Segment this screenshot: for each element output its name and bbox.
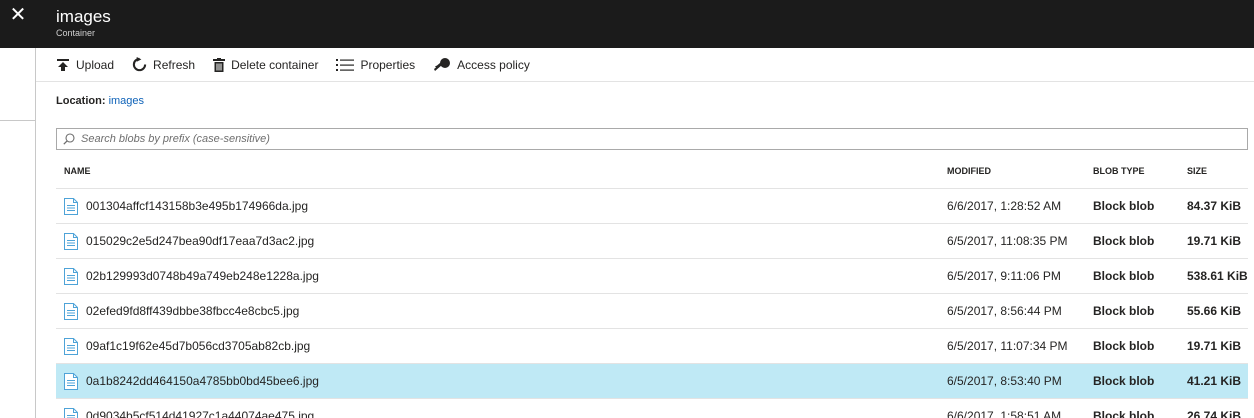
rail-divider [0, 120, 36, 121]
cell-blob-type: Block blob [1093, 199, 1155, 213]
column-header-blob-type[interactable]: BLOB TYPE [1093, 166, 1187, 176]
blob-name: 0d9034b5cf514d41927c1a44074ae475.jpg [86, 409, 315, 418]
column-header-name[interactable]: NAME [56, 166, 947, 176]
cell-modified: 6/5/2017, 11:08:35 PM [947, 234, 1068, 248]
table-header: NAME MODIFIED BLOB TYPE SIZE [56, 153, 1248, 189]
table-row[interactable]: 001304affcf143158b3e495b174966da.jpg 6/6/… [56, 189, 1248, 224]
refresh-button[interactable]: Refresh [132, 52, 195, 78]
cell-size: 55.66 KiB [1187, 304, 1242, 318]
cell-size: 19.71 KiB [1187, 339, 1242, 353]
cell-size: 41.21 KiB [1187, 374, 1242, 388]
list-icon [336, 58, 355, 71]
cell-size: 19.71 KiB [1187, 234, 1242, 248]
blob-name: 0a1b8242dd464150a4785bb0bd45bee6.jpg [86, 374, 319, 388]
access-policy-label: Access policy [457, 57, 530, 72]
file-icon [64, 407, 78, 418]
close-icon[interactable]: ✕ [0, 0, 36, 48]
cell-modified: 6/6/2017, 1:28:52 AM [947, 199, 1062, 213]
file-icon [64, 302, 78, 320]
file-icon [64, 267, 78, 285]
cell-modified: 6/5/2017, 11:07:34 PM [947, 339, 1068, 353]
table-row[interactable]: 015029c2e5d247bea90df17eaa7d3ac2.jpg 6/5/… [56, 224, 1248, 259]
delete-container-button[interactable]: Delete container [213, 52, 318, 78]
cell-modified: 6/5/2017, 8:56:44 PM [947, 304, 1062, 318]
table-body: 001304affcf143158b3e495b174966da.jpg 6/6/… [56, 189, 1248, 418]
location-line: Location: images [56, 95, 144, 107]
blob-name: 015029c2e5d247bea90df17eaa7d3ac2.jpg [86, 234, 315, 248]
cell-size: 26.74 KiB [1187, 409, 1242, 418]
cell-name: 0a1b8242dd464150a4785bb0bd45bee6.jpg [56, 372, 947, 390]
search-box[interactable] [56, 128, 1248, 150]
cell-name: 0d9034b5cf514d41927c1a44074ae475.jpg [56, 407, 947, 418]
cell-blob-type: Block blob [1093, 304, 1155, 318]
cell-name: 09af1c19f62e45d7b056cd3705ab82cb.jpg [56, 337, 947, 355]
page-title: images [56, 7, 111, 26]
blade-header: images Container [36, 0, 1254, 48]
file-icon [64, 232, 78, 250]
cell-name: 02efed9fd8ff439dbbe38fbcc4e8cbc5.jpg [56, 302, 947, 320]
cell-name: 02b129993d0748b49a749eb248e1228a.jpg [56, 267, 947, 285]
cell-modified: 6/5/2017, 9:11:06 PM [947, 269, 1061, 283]
cell-blob-type: Block blob [1093, 374, 1155, 388]
properties-label: Properties [360, 57, 416, 72]
file-icon [64, 197, 78, 215]
blob-name: 001304affcf143158b3e495b174966da.jpg [86, 199, 308, 213]
delete-container-label: Delete container [231, 57, 319, 72]
cell-name: 001304affcf143158b3e495b174966da.jpg [56, 197, 947, 215]
cell-blob-type: Block blob [1093, 234, 1155, 248]
cell-blob-type: Block blob [1093, 269, 1155, 283]
key-icon [434, 57, 451, 71]
cell-name: 015029c2e5d247bea90df17eaa7d3ac2.jpg [56, 232, 947, 250]
refresh-label: Refresh [153, 57, 196, 72]
blob-table: NAME MODIFIED BLOB TYPE SIZE 001304affcf… [56, 153, 1248, 418]
blob-name: 09af1c19f62e45d7b056cd3705ab82cb.jpg [86, 339, 311, 353]
cell-size: 84.37 KiB [1187, 199, 1242, 213]
cell-size: 538.61 KiB [1187, 269, 1248, 283]
search-icon [63, 133, 75, 145]
table-row[interactable]: 0a1b8242dd464150a4785bb0bd45bee6.jpg 6/5/… [56, 364, 1248, 399]
blob-name: 02efed9fd8ff439dbbe38fbcc4e8cbc5.jpg [86, 304, 300, 318]
location-label: Location: [56, 95, 106, 107]
command-bar: Upload Refresh Delete container Properti… [36, 48, 1254, 82]
table-row[interactable]: 02efed9fd8ff439dbbe38fbcc4e8cbc5.jpg 6/5/… [56, 294, 1248, 329]
file-icon [64, 337, 78, 355]
table-row[interactable]: 09af1c19f62e45d7b056cd3705ab82cb.jpg 6/5/… [56, 329, 1248, 364]
refresh-icon [132, 57, 147, 72]
file-icon [64, 372, 78, 390]
cell-blob-type: Block blob [1093, 339, 1155, 353]
blob-name: 02b129993d0748b49a749eb248e1228a.jpg [86, 269, 319, 283]
location-link[interactable]: images [109, 95, 144, 107]
table-row[interactable]: 02b129993d0748b49a749eb248e1228a.jpg 6/5/… [56, 259, 1248, 294]
cell-modified: 6/6/2017, 1:58:51 AM [947, 409, 1062, 418]
left-rail: ✕ [0, 0, 36, 418]
search-input[interactable] [81, 133, 1221, 145]
cell-modified: 6/5/2017, 8:53:40 PM [947, 374, 1062, 388]
upload-icon [57, 58, 69, 71]
table-row[interactable]: 0d9034b5cf514d41927c1a44074ae475.jpg 6/6/… [56, 399, 1248, 418]
properties-button[interactable]: Properties [336, 52, 415, 78]
access-policy-button[interactable]: Access policy [433, 52, 530, 78]
column-header-modified[interactable]: MODIFIED [947, 166, 1093, 176]
trash-icon [213, 57, 226, 72]
upload-label: Upload [76, 57, 115, 72]
column-header-size[interactable]: SIZE [1187, 166, 1248, 176]
page-subtitle: Container [56, 28, 96, 38]
upload-button[interactable]: Upload [56, 52, 114, 78]
cell-blob-type: Block blob [1093, 409, 1155, 418]
